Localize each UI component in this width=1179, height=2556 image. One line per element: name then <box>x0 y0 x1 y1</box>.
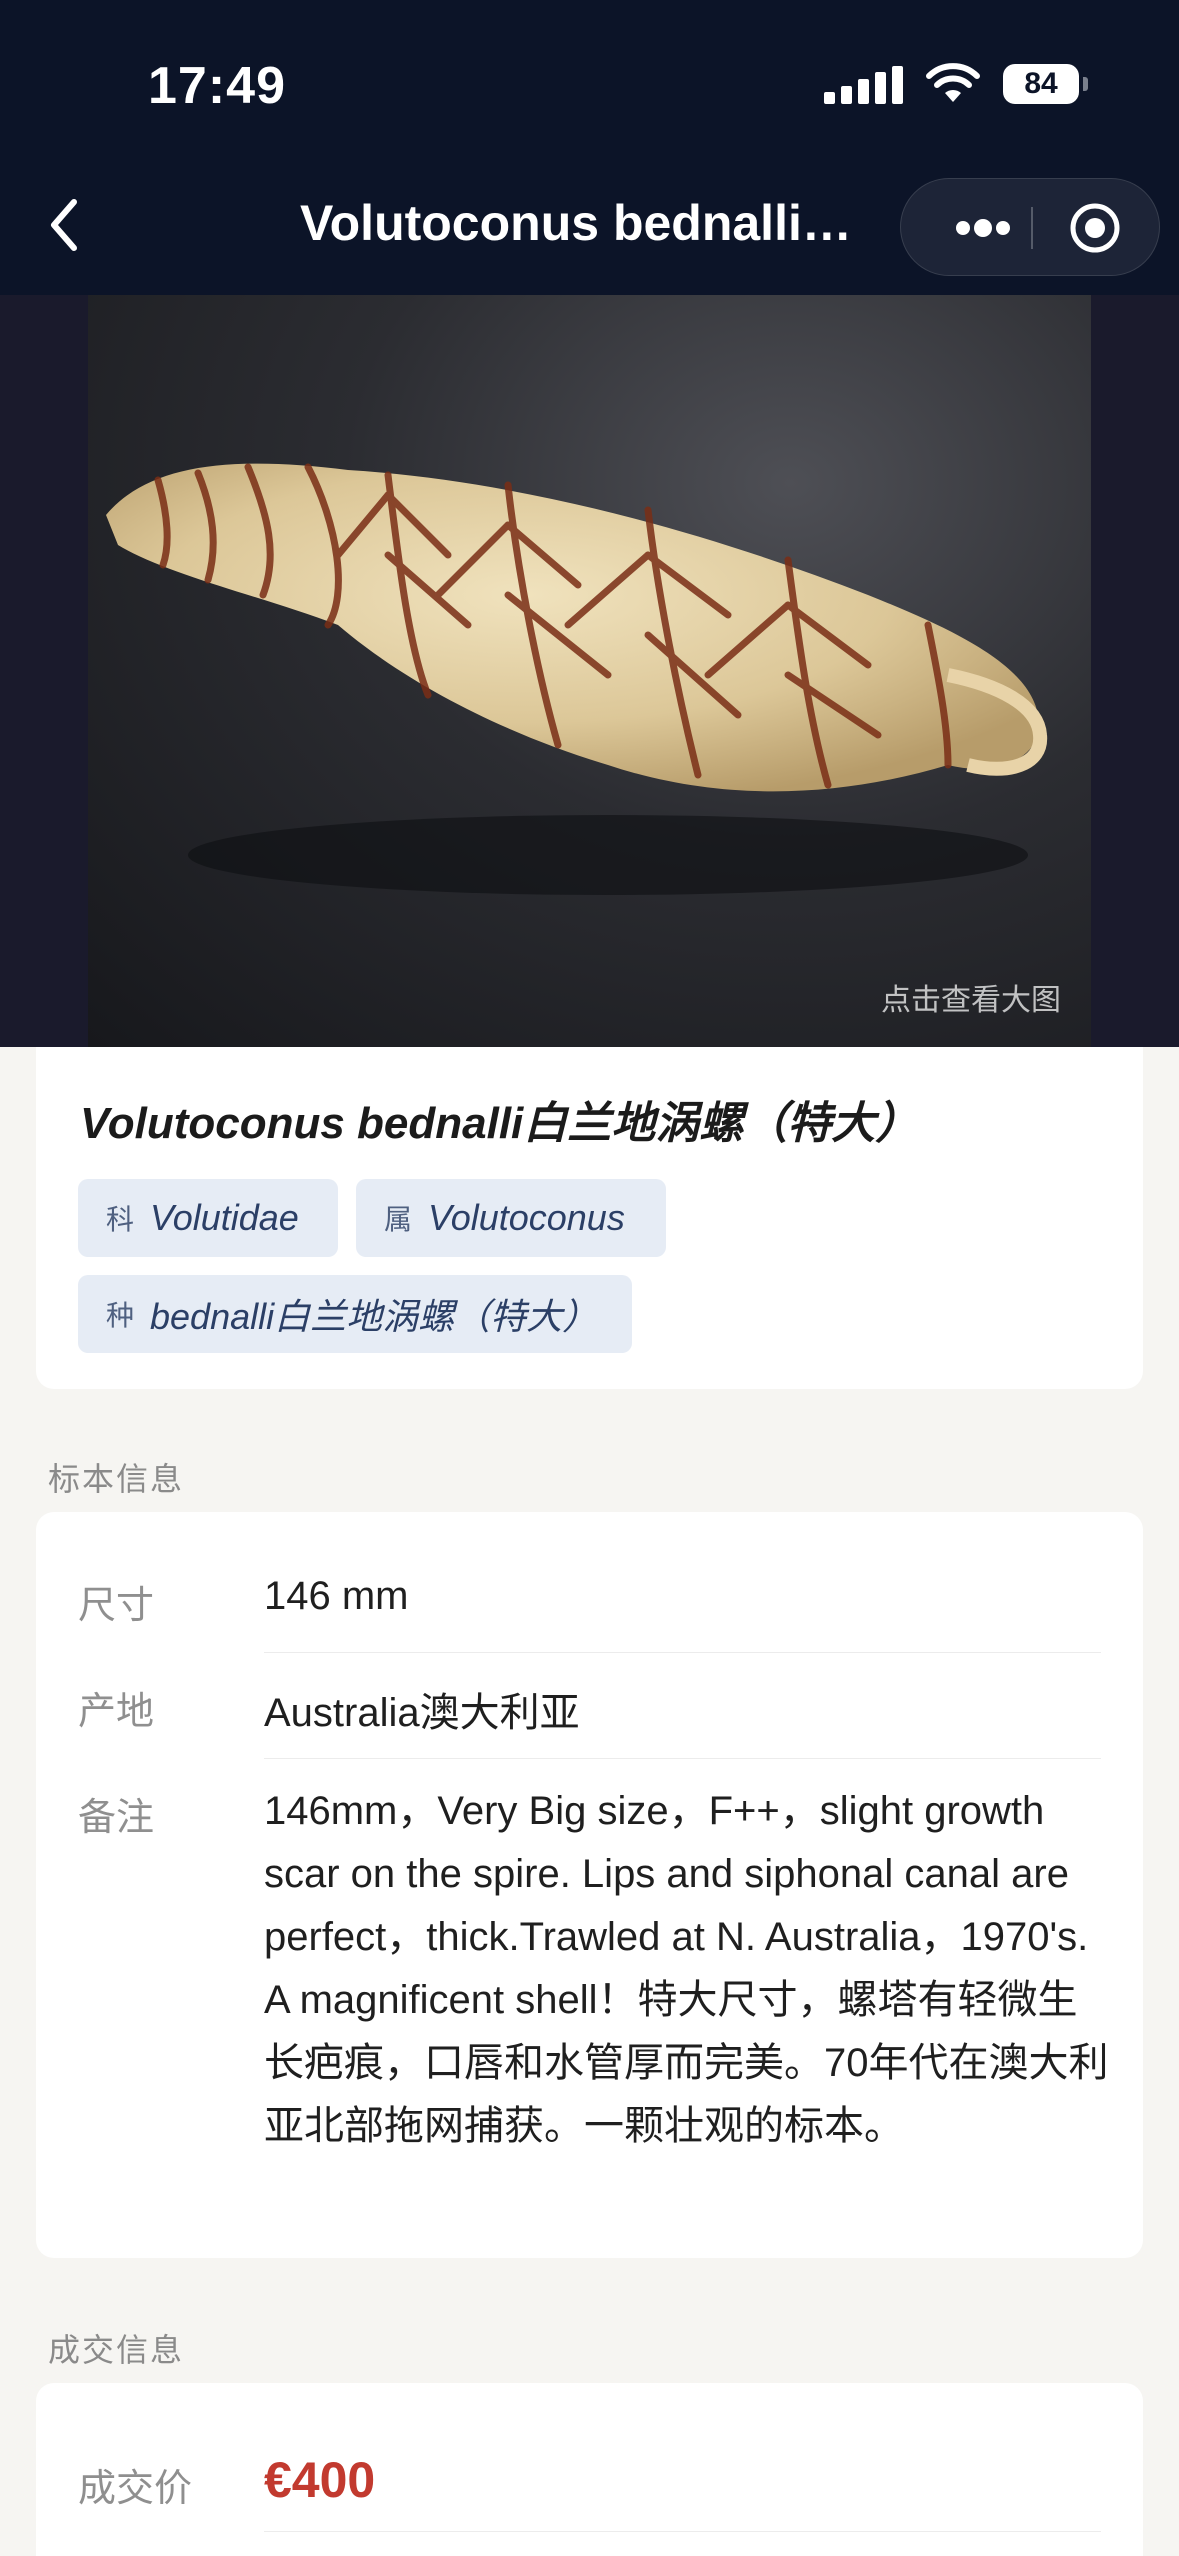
deal-info-card: 成交价 €400 <box>36 2383 1143 2556</box>
view-large-hint[interactable]: 点击查看大图 <box>881 975 1061 1019</box>
specimen-title-card: Volutoconus bednalli白兰地涡螺（特大） 科 Volutida… <box>36 1047 1143 1389</box>
target-circle-icon[interactable] <box>1059 203 1139 253</box>
capsule-divider <box>1031 207 1033 249</box>
section-label-specimen-info: 标本信息 <box>48 1461 185 1497</box>
status-time: 17:49 <box>148 57 286 115</box>
battery-level: 84 <box>1024 67 1058 100</box>
cellular-signal-icon <box>824 64 903 104</box>
specimen-info-card: 尺寸 146 mm 产地 Australia澳大利亚 备注 146mm，Very… <box>36 1512 1143 2258</box>
note-label: 备注 <box>78 1797 155 1839</box>
size-value: 146 mm <box>264 1574 409 1618</box>
tag-genus[interactable]: 属 Volutoconus <box>356 1179 666 1257</box>
price-label: 成交价 <box>78 2468 193 2510</box>
row-divider <box>264 2531 1101 2532</box>
back-button[interactable] <box>40 190 90 260</box>
header: 17:49 84 Volutoconus bednalli… <box>0 0 1179 295</box>
tag-prefix: 种 <box>106 1300 135 1331</box>
more-dots-icon[interactable] <box>933 203 1033 253</box>
tag-family[interactable]: 科 Volutidae <box>78 1179 338 1257</box>
note-value: 146mm，Very Big size，F++，slight growth sc… <box>264 1789 1109 2148</box>
species-title: Volutoconus bednalli白兰地涡螺（特大） <box>80 1099 920 1148</box>
section-label-deal-info: 成交信息 <box>48 2332 185 2368</box>
mini-program-capsule <box>900 178 1160 276</box>
tag-prefix: 科 <box>106 1204 135 1235</box>
row-divider <box>264 1758 1101 1759</box>
origin-label: 产地 <box>78 1691 155 1733</box>
tag-species[interactable]: 种 bednalli白兰地涡螺（特大） <box>78 1275 632 1353</box>
status-icons: 84 <box>824 62 1088 106</box>
shell-illustration <box>106 463 1048 895</box>
origin-value: Australia澳大利亚 <box>264 1691 580 1735</box>
wifi-icon <box>926 63 980 102</box>
photo-area: 点击查看大图 <box>0 295 1179 1047</box>
specimen-photo[interactable]: 点击查看大图 <box>88 295 1091 1047</box>
battery-icon: 84 <box>1003 64 1088 104</box>
size-label: 尺寸 <box>78 1585 155 1627</box>
price-value: €400 <box>264 2452 376 2508</box>
tag-value: bednalli白兰地涡螺（特大） <box>150 1296 599 1337</box>
tag-value: Volutoconus <box>428 1197 625 1238</box>
tag-prefix: 属 <box>384 1204 413 1235</box>
row-divider <box>264 1652 1101 1653</box>
page-title: Volutoconus bednalli… <box>300 195 852 251</box>
tag-value: Volutidae <box>150 1197 299 1238</box>
